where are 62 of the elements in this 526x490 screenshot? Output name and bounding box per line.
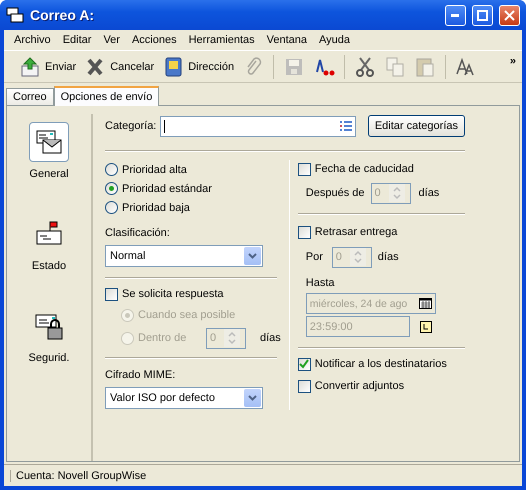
list-icon — [340, 121, 352, 131]
days-label: días — [378, 251, 399, 263]
days-label: días — [418, 187, 440, 199]
days-label: días — [260, 332, 281, 344]
close-icon — [504, 10, 515, 20]
menu-item[interactable]: Ventana — [260, 34, 313, 46]
radio-label: Dentro de — [138, 332, 188, 344]
minimize-button[interactable] — [445, 4, 466, 26]
after-label: Después de — [306, 187, 365, 199]
radio-option[interactable]: Prioridad alta — [105, 160, 281, 179]
window-title: Correo A: — [30, 7, 96, 23]
until-label: Hasta — [306, 277, 336, 289]
menu-item[interactable]: Acciones — [126, 34, 183, 46]
radio-button[interactable] — [105, 163, 118, 176]
caret-icon — [248, 253, 257, 259]
menu-item[interactable]: Archivo — [8, 34, 57, 46]
expiration-label: Fecha de caducidad — [314, 163, 414, 175]
clipboard-icon — [414, 56, 436, 78]
nav-item[interactable]: Estado — [29, 214, 69, 306]
minimize-icon — [451, 14, 460, 16]
scissors-icon — [354, 56, 376, 78]
copy-icon — [384, 56, 406, 78]
classification-label: Clasificación: — [105, 227, 171, 239]
toolbar-button[interactable]: Enviar — [16, 52, 80, 80]
menu-item[interactable]: Herramientas — [182, 34, 261, 46]
nav-item[interactable]: General — [29, 122, 69, 214]
notify-label: Notificar a los destinatarios — [314, 358, 447, 370]
checkbox[interactable] — [298, 380, 311, 392]
radio-label: Cuando sea posible — [138, 309, 236, 321]
radio-option[interactable]: Prioridad baja — [105, 198, 281, 217]
menu-item[interactable]: Ayuda — [313, 34, 356, 46]
menu-item[interactable]: Editar — [56, 34, 98, 46]
close-button[interactable] — [499, 4, 520, 26]
mime-label: Cifrado MIME: — [105, 369, 176, 381]
edit-categories-button[interactable]: Editar categorías — [368, 115, 465, 137]
checkbox[interactable] — [298, 358, 311, 370]
menu-item[interactable]: Ver — [97, 34, 126, 46]
radio-button[interactable] — [105, 182, 118, 195]
more-button[interactable]: » — [510, 55, 516, 67]
caret-icon — [248, 395, 257, 401]
mime-dropdown[interactable]: Valor ISO por defecto — [105, 387, 263, 409]
tab[interactable]: Opciones de envío — [54, 86, 160, 106]
maximize-icon — [477, 10, 488, 20]
category-label: Categoría: — [105, 120, 156, 132]
clock-icon — [420, 320, 432, 332]
radio-button[interactable] — [105, 201, 118, 214]
delay-label: Retrasar entrega — [314, 226, 398, 238]
send-icon — [19, 56, 41, 78]
reply-label: Se solicita respuesta — [122, 288, 224, 300]
checkbox[interactable] — [105, 288, 118, 300]
calendar-icon — [418, 298, 432, 309]
nav-item[interactable]: Segurid. — [28, 306, 70, 398]
status-text: Cuenta: Novell GroupWise — [10, 470, 146, 482]
radio-option[interactable]: Prioridad estándar — [105, 179, 281, 198]
by-label: Por — [306, 251, 324, 263]
toolbar-button[interactable]: Cancelar — [81, 52, 158, 80]
toolbar-button[interactable]: Dirección — [159, 52, 238, 80]
tab[interactable]: Correo — [6, 88, 54, 105]
maximize-button[interactable] — [472, 4, 493, 26]
category-field[interactable] — [160, 116, 356, 136]
convert-label: Convertir adjuntos — [314, 380, 404, 392]
classification-dropdown[interactable]: Normal — [105, 245, 263, 267]
